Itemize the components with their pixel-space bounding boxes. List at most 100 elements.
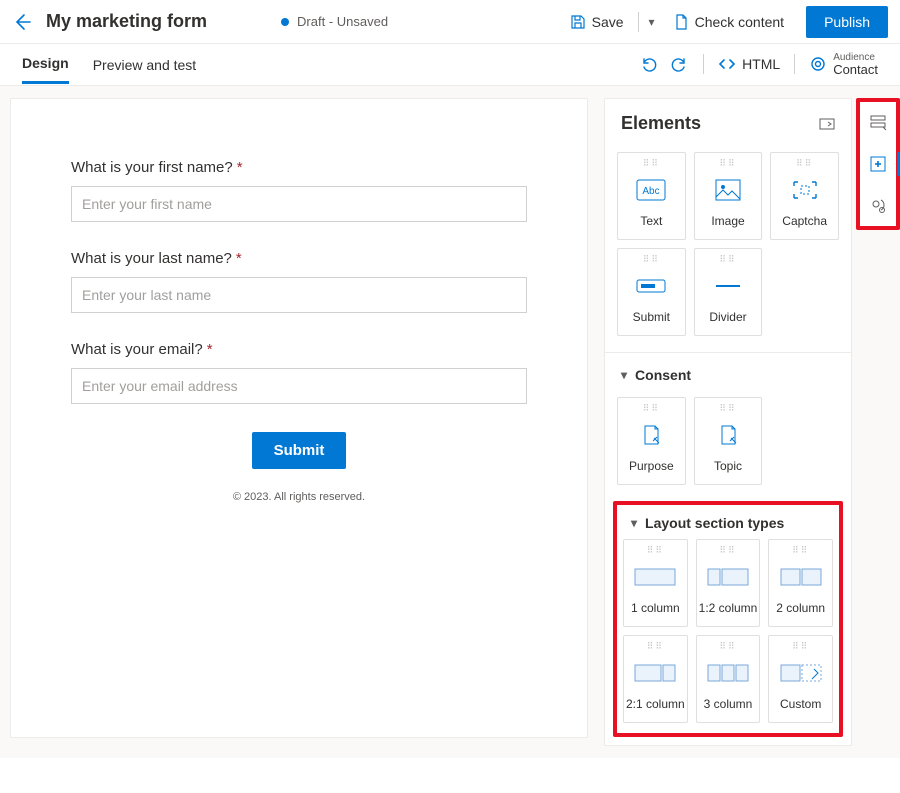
form-submit-button[interactable]: Submit	[252, 432, 347, 469]
undo-icon[interactable]	[639, 55, 657, 73]
basic-tiles: ⠿⠿ Abc Text ⠿⠿ Image ⠿⠿	[617, 152, 839, 336]
grip-icon: ⠿⠿	[643, 159, 660, 168]
right-rail	[856, 98, 900, 746]
text-icon: Abc	[636, 174, 666, 206]
basic-elements-section: ⠿⠿ Abc Text ⠿⠿ Image ⠿⠿	[605, 148, 851, 348]
save-icon	[570, 14, 586, 30]
layout-tiles: ⠿⠿ 1 column ⠿⠿ 1:2 column	[623, 539, 833, 723]
redo-icon[interactable]	[671, 55, 689, 73]
tile-topic[interactable]: ⠿⠿ Topic	[694, 397, 763, 485]
html-toggle[interactable]: HTML	[718, 55, 780, 73]
field-label-text: What is your first name?	[71, 159, 233, 176]
page-title: My marketing form	[46, 11, 207, 32]
publish-button[interactable]: Publish	[806, 6, 888, 38]
grip-icon: ⠿⠿	[792, 546, 809, 555]
workspace: What is your first name?* What is your l…	[0, 86, 900, 758]
field-label: What is your first name?*	[71, 159, 527, 176]
rail-elements-icon[interactable]	[864, 150, 892, 178]
panel-title: Elements	[621, 113, 701, 134]
form-field-email: What is your email?*	[71, 341, 527, 404]
grip-icon: ⠿⠿	[719, 642, 736, 651]
required-icon: *	[237, 159, 243, 176]
captcha-icon	[791, 174, 819, 206]
rail-highlight	[856, 98, 900, 230]
consent-title: Consent	[635, 367, 691, 383]
rail-form-fields-icon[interactable]	[864, 108, 892, 136]
audience-selector[interactable]: Audience Contact	[809, 52, 878, 77]
tile-label: Custom	[780, 697, 821, 711]
document-check-icon	[673, 14, 689, 30]
tile-label: Submit	[633, 310, 670, 324]
panel-collapse-icon[interactable]	[819, 117, 835, 131]
custom-column-icon	[780, 657, 822, 689]
status-indicator: Draft - Unsaved	[281, 14, 388, 29]
field-label: What is your email?*	[71, 341, 527, 358]
divider	[638, 12, 639, 32]
consent-header[interactable]: ▾ Consent	[605, 357, 851, 393]
divider	[703, 54, 704, 74]
panel-column: Elements ⠿⠿ Abc Text ⠿⠿	[600, 86, 900, 758]
status-dot-icon	[281, 18, 289, 26]
tile-label: 2:1 column	[626, 697, 685, 711]
section-divider	[605, 352, 851, 353]
tile-text[interactable]: ⠿⠿ Abc Text	[617, 152, 686, 240]
grip-icon: ⠿⠿	[647, 546, 664, 555]
layout-title: Layout section types	[645, 515, 784, 531]
last-name-input[interactable]	[71, 277, 527, 313]
divider-icon	[714, 270, 742, 302]
tile-label: Image	[711, 214, 744, 228]
tile-label: Purpose	[629, 459, 674, 473]
chevron-down-icon: ▾	[631, 516, 637, 530]
back-arrow-icon[interactable]	[12, 12, 36, 32]
publish-label: Publish	[824, 14, 870, 30]
tab-design[interactable]: Design	[22, 45, 69, 84]
tile-label: Captcha	[782, 214, 827, 228]
tile-1-2-column[interactable]: ⠿⠿ 1:2 column	[696, 539, 761, 627]
email-input[interactable]	[71, 368, 527, 404]
grip-icon: ⠿⠿	[719, 546, 736, 555]
tile-custom-column[interactable]: ⠿⠿ Custom	[768, 635, 833, 723]
required-icon: *	[207, 341, 213, 358]
panel-header: Elements	[605, 99, 851, 148]
image-icon	[715, 174, 741, 206]
tile-label: 3 column	[704, 697, 753, 711]
tab-preview[interactable]: Preview and test	[93, 47, 197, 83]
submit-icon	[636, 270, 666, 302]
svg-text:Abc: Abc	[643, 186, 660, 197]
required-icon: *	[236, 250, 242, 267]
code-icon	[718, 55, 736, 73]
tile-purpose[interactable]: ⠿⠿ Purpose	[617, 397, 686, 485]
canvas-column: What is your first name?* What is your l…	[0, 86, 600, 758]
save-button[interactable]: Save	[560, 6, 634, 38]
rail-settings-icon[interactable]	[864, 192, 892, 220]
save-dropdown[interactable]: ▾	[643, 6, 661, 38]
tile-submit[interactable]: ⠿⠿ Submit	[617, 248, 686, 336]
consent-tiles: ⠿⠿ Purpose ⠿⠿ Topic	[617, 397, 839, 485]
status-text: Draft - Unsaved	[297, 14, 388, 29]
tile-3-column[interactable]: ⠿⠿ 3 column	[696, 635, 761, 723]
tile-label: 1 column	[631, 601, 680, 615]
grip-icon: ⠿⠿	[792, 642, 809, 651]
topic-icon	[716, 419, 740, 451]
layout-section-highlight: ▾ Layout section types ⠿⠿ 1 column ⠿⠿	[613, 501, 843, 737]
save-label: Save	[592, 14, 624, 30]
one-two-column-icon	[707, 561, 749, 593]
tile-1-column[interactable]: ⠿⠿ 1 column	[623, 539, 688, 627]
tile-label: 1:2 column	[699, 601, 758, 615]
tile-2-1-column[interactable]: ⠿⠿ 2:1 column	[623, 635, 688, 723]
layout-header[interactable]: ▾ Layout section types	[623, 511, 833, 539]
tile-divider[interactable]: ⠿⠿ Divider	[694, 248, 763, 336]
tile-captcha[interactable]: ⠿⠿ Captcha	[770, 152, 839, 240]
form-canvas[interactable]: What is your first name?* What is your l…	[10, 98, 588, 738]
grip-icon: ⠿⠿	[796, 159, 813, 168]
first-name-input[interactable]	[71, 186, 527, 222]
tile-image[interactable]: ⠿⠿ Image	[694, 152, 763, 240]
tile-2-column[interactable]: ⠿⠿ 2 column	[768, 539, 833, 627]
tile-label: 2 column	[776, 601, 825, 615]
three-column-icon	[707, 657, 749, 689]
form-field-last-name: What is your last name?*	[71, 250, 527, 313]
grip-icon: ⠿⠿	[647, 642, 664, 651]
check-content-button[interactable]: Check content	[663, 6, 795, 38]
divider	[794, 54, 795, 74]
grip-icon: ⠿⠿	[643, 404, 660, 413]
